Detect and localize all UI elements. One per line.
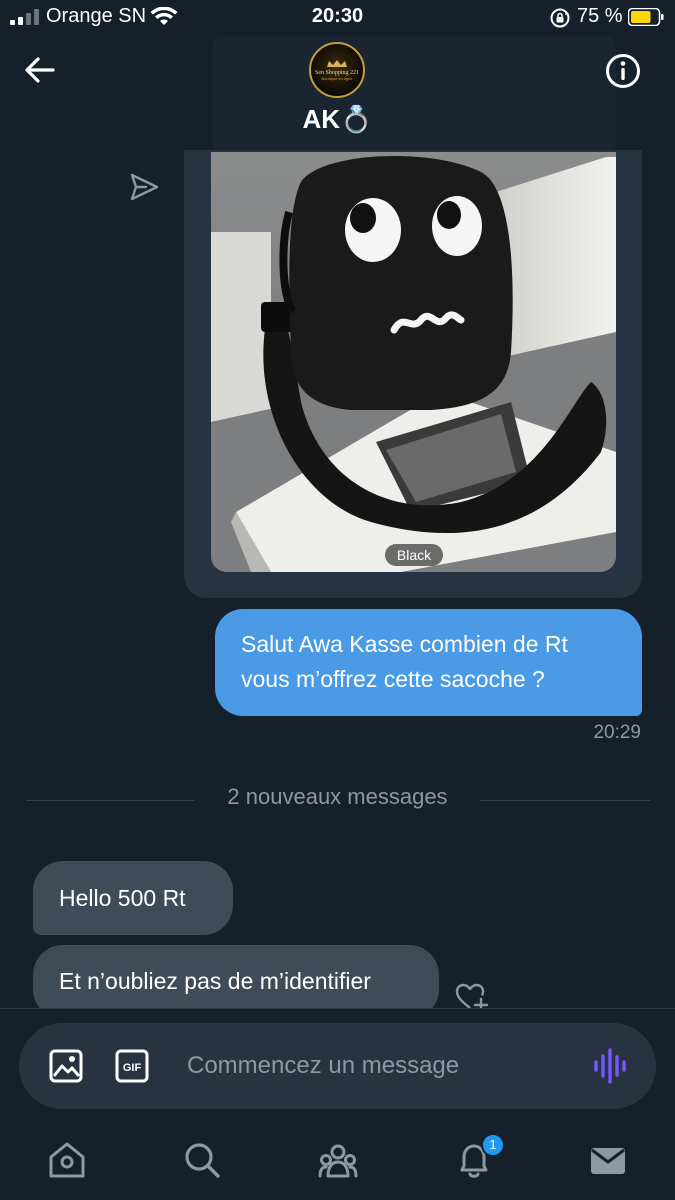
new-messages-divider: 2 nouveaux messages <box>227 784 448 809</box>
notification-count-badge: 1 <box>481 1133 505 1157</box>
conversation-title[interactable]: AK💍 <box>0 104 675 135</box>
avatar[interactable]: Sen Shopping 221 Boutique en ligne <box>309 42 365 98</box>
message-composer: GIF <box>19 1023 656 1109</box>
message-input[interactable] <box>187 1045 577 1087</box>
divider-line <box>480 800 650 801</box>
header-backdrop <box>212 36 616 154</box>
backpack-photo <box>211 152 616 572</box>
info-icon[interactable] <box>604 52 642 90</box>
messages-icon[interactable] <box>588 1140 628 1180</box>
back-arrow-icon[interactable] <box>22 52 58 88</box>
status-bar: Orange SN 20:30 75 % <box>0 0 675 36</box>
alt-text-badge[interactable]: Black <box>385 544 443 566</box>
composer-area: GIF <box>0 1008 675 1120</box>
crown-icon <box>327 59 347 67</box>
battery-icon <box>628 8 664 26</box>
share-icon[interactable] <box>128 172 160 202</box>
rotation-lock-icon <box>550 8 570 28</box>
search-icon[interactable] <box>182 1140 222 1180</box>
voice-message-icon[interactable] <box>593 1047 629 1085</box>
product-photo[interactable] <box>211 152 616 572</box>
communities-icon[interactable] <box>318 1140 358 1180</box>
clock: 20:30 <box>311 5 364 27</box>
home-icon[interactable] <box>47 1140 87 1180</box>
bottom-navigation <box>0 1120 675 1200</box>
gif-icon: GIF <box>115 1049 149 1083</box>
conversation-header: Sen Shopping 221 Boutique en ligne AK💍 <box>0 36 675 154</box>
battery-percent: 75 % <box>577 5 623 27</box>
gif-label: GIF <box>123 1062 142 1074</box>
gif-button[interactable]: GIF <box>115 1049 149 1083</box>
message-timestamp: 20:29 <box>593 722 641 743</box>
received-message-bubble[interactable]: Hello 500 Rt <box>33 861 233 935</box>
avatar-brand-subtext: Boutique en ligne <box>321 75 353 81</box>
sent-message-bubble[interactable]: Salut Awa Kasse combien de Rt vous m’off… <box>215 609 642 716</box>
image-icon[interactable] <box>49 1049 83 1083</box>
